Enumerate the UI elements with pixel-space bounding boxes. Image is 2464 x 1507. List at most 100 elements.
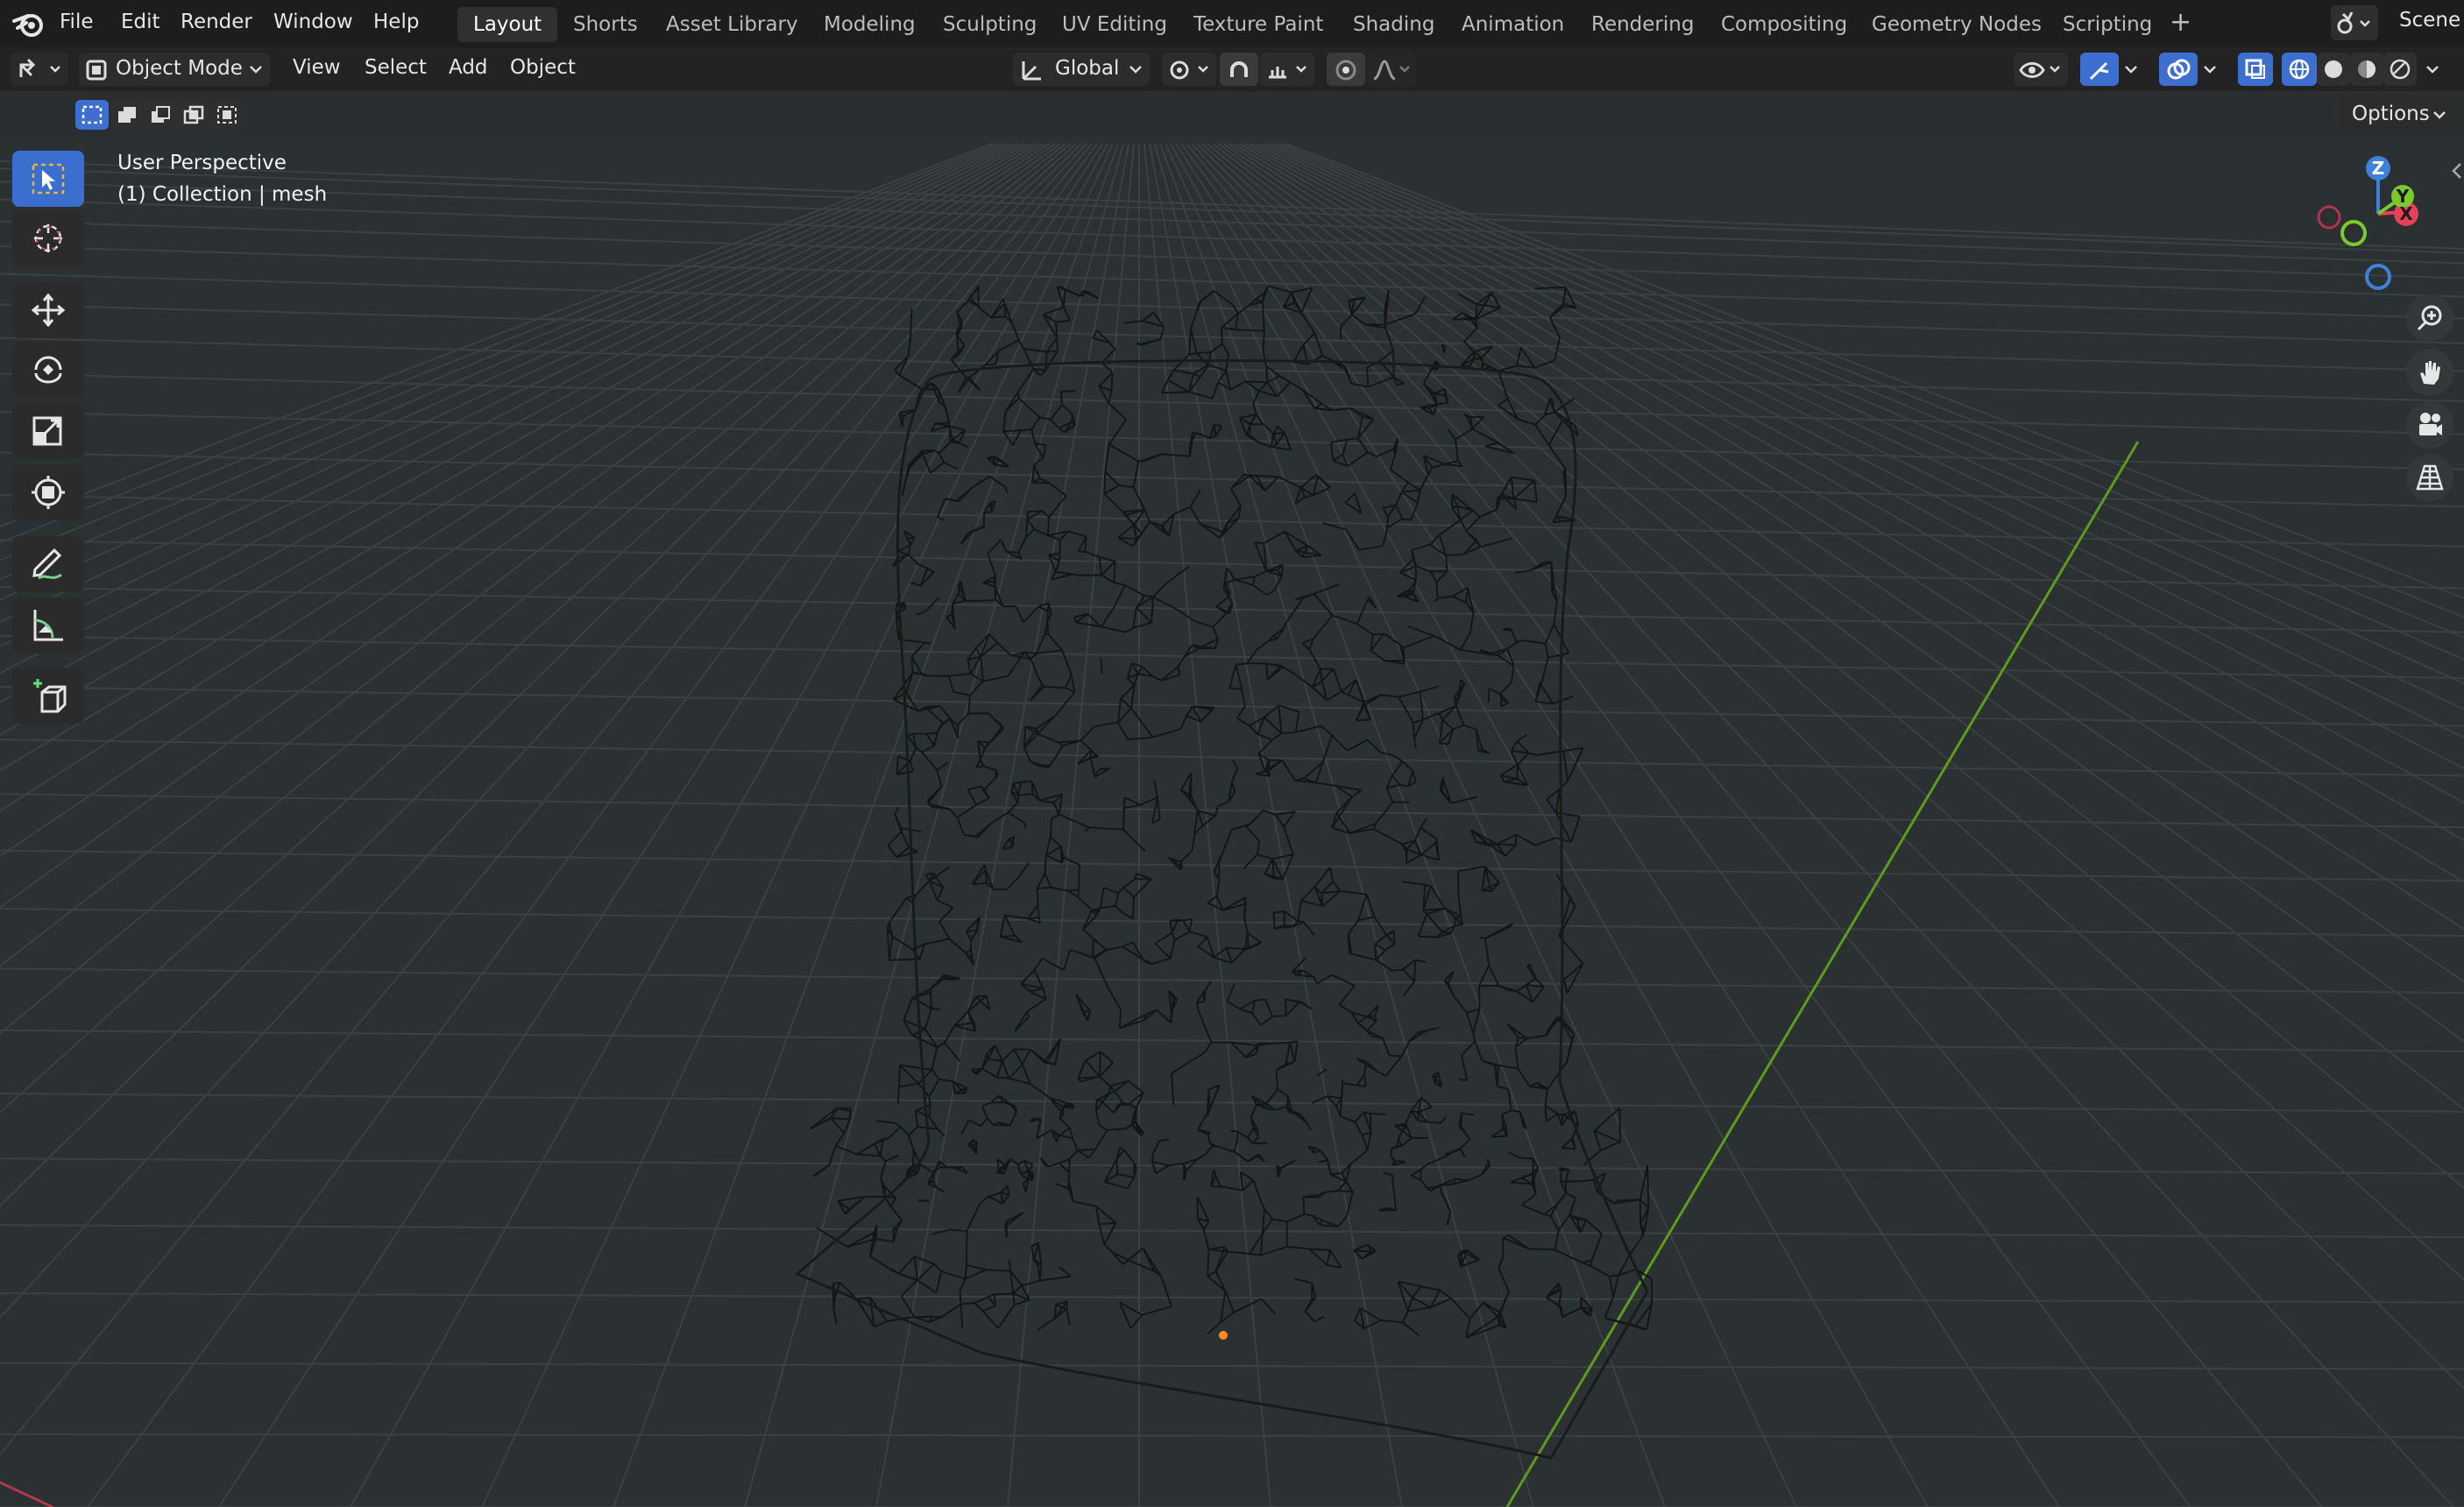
menu-view[interactable]: View [293,56,341,79]
navigation-gizmo[interactable]: Z X Y [2305,149,2445,298]
mesh-edge [1585,1219,1603,1235]
mesh-edge [1554,337,1561,361]
chevron-down-icon[interactable] [2425,63,2439,75]
mesh-edge [907,339,911,357]
mesh-edge [1479,937,1486,940]
gizmo-toggle-button[interactable] [2080,53,2119,86]
wireframe-mesh[interactable] [795,285,1653,1460]
shading-material-button[interactable] [2350,53,2383,86]
editor-type-button[interactable] [11,53,68,86]
mesh-edge [1460,1055,1469,1081]
menu-window[interactable]: Window [273,11,353,33]
select-subtract-icon [152,106,170,123]
proportional-falloff-dropdown[interactable] [1367,53,1416,86]
mesh-edge [1171,1051,1207,1074]
tab-shorts[interactable]: Shorts [557,7,654,42]
scene-selector-button[interactable] [2331,5,2378,40]
options-dropdown[interactable]: Options [2338,96,2455,131]
perspective-toggle-button[interactable] [2406,454,2453,501]
menu-add[interactable]: Add [449,56,488,79]
collapse-arrow-icon[interactable] [2450,161,2462,180]
mesh-edge [1359,1307,1381,1321]
select-mode-extend-button[interactable] [110,100,144,130]
mesh-edge [1202,1228,1210,1250]
proportional-edit-toggle[interactable] [1327,53,1365,86]
menu-select[interactable]: Select [365,56,427,79]
tool-select-box[interactable] [12,151,84,207]
tab-layout[interactable]: Layout [457,7,558,42]
mesh-edge [1554,1249,1583,1264]
menu-render[interactable]: Render [181,11,252,33]
mesh-edge [1132,461,1140,488]
chevron-down-icon[interactable] [2203,63,2217,75]
overlays-toggle-button[interactable] [2159,53,2198,86]
mesh-edge [1197,1010,1213,1043]
mesh-edge [1009,1157,1019,1166]
add-workspace-button[interactable]: + [2170,7,2191,38]
tab-scripting[interactable]: Scripting [2047,7,2168,42]
tool-annotate[interactable] [12,536,84,592]
tool-measure[interactable] [12,598,84,654]
shading-solid-button[interactable] [2317,53,2350,86]
tab-geometry-nodes[interactable]: Geometry Nodes [1856,7,2057,42]
tab-modeling[interactable]: Modeling [808,7,931,42]
mesh-edge [1214,426,1223,437]
pan-button[interactable] [2406,349,2453,396]
pivot-point-dropdown[interactable] [1162,53,1216,86]
select-mode-subtract-button[interactable] [144,100,177,130]
tab-asset-library[interactable]: Asset Library [650,7,814,42]
viewport-canvas[interactable] [0,91,2464,1507]
mesh-edge [974,1302,984,1312]
xray-toggle-button[interactable] [2238,53,2273,86]
tool-add-cube[interactable] [12,668,84,724]
tab-uv-editing[interactable]: UV Editing [1046,7,1183,42]
mesh-edge [1580,1178,1595,1183]
select-mode-intersect-button[interactable] [210,100,244,130]
transform-orientation-dropdown[interactable]: Global [1013,53,1150,86]
menu-help[interactable]: Help [373,11,419,33]
shading-rendered-button[interactable] [2383,53,2417,86]
tool-move[interactable] [12,282,84,338]
tool-rotate[interactable] [12,342,84,398]
tab-texture-paint[interactable]: Texture Paint [1178,7,1339,42]
mesh-edge [981,475,990,482]
tab-animation[interactable]: Animation [1446,7,1580,42]
shading-wireframe-button[interactable] [2282,53,2317,86]
tool-cursor[interactable] [12,210,84,266]
chevron-down-icon[interactable] [2124,63,2138,75]
zoom-button[interactable] [2406,294,2453,342]
menu-file[interactable]: File [60,11,94,33]
snap-toggle-button[interactable] [1220,53,1258,86]
mesh-edge [1398,1137,1403,1147]
mesh-edge [1401,1311,1409,1323]
select-mode-new-button[interactable] [75,100,109,130]
3d-viewport[interactable] [0,91,2464,1507]
tab-rendering[interactable]: Rendering [1575,7,1710,42]
camera-view-button[interactable] [2406,401,2453,449]
tab-sculpting[interactable]: Sculpting [927,7,1052,42]
mesh-edge [895,604,898,615]
mesh-edge [1127,736,1153,740]
blender-logo-icon[interactable] [12,9,46,39]
tool-transform[interactable] [12,464,84,520]
mesh-edge [898,374,923,391]
tab-shading[interactable]: Shading [1337,7,1450,42]
mesh-edge [1000,1192,1004,1205]
visibility-dropdown[interactable] [2014,53,2068,86]
menu-edit[interactable]: Edit [121,11,160,33]
scene-name[interactable]: Scene [2399,9,2460,32]
mesh-edge [935,422,950,428]
mesh-edge [1513,498,1538,503]
menu-object[interactable]: Object [510,56,576,79]
select-mode-difference-button[interactable] [177,100,210,130]
snap-target-dropdown[interactable] [1260,53,1314,86]
tool-scale[interactable] [12,403,84,459]
mesh-edge [1125,1123,1133,1130]
mesh-edge [1179,849,1193,863]
object-mode-dropdown[interactable]: Object Mode [79,53,270,86]
mesh-edge [1008,1064,1023,1079]
tab-compositing[interactable]: Compositing [1705,7,1863,42]
mesh-edge [1520,1157,1533,1160]
mesh-edge [1059,1117,1071,1129]
grid-line [0,143,1061,909]
